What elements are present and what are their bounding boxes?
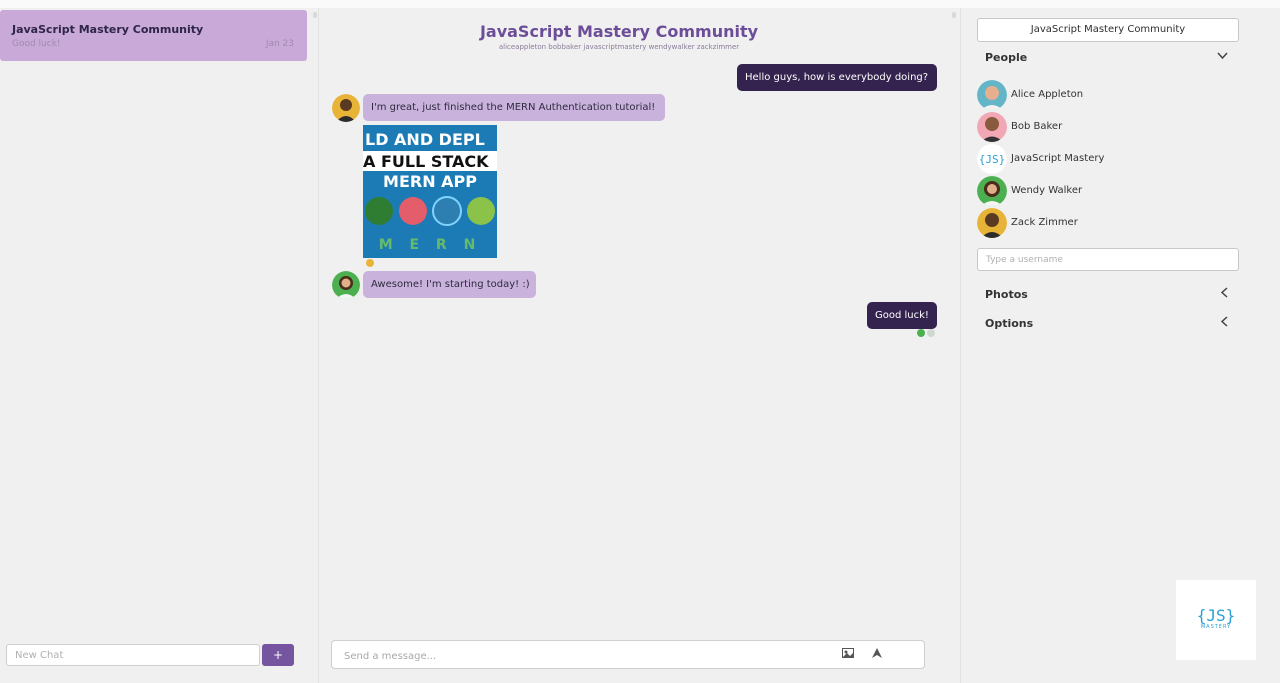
chevron-down-icon[interactable] — [1217, 50, 1228, 63]
new-chat-input[interactable] — [6, 644, 260, 666]
chat-feed-members: aliceappleton bobbaker javascriptmastery… — [498, 43, 740, 51]
settings-chat-title[interactable]: JavaScript Mastery Community — [977, 18, 1239, 42]
read-receipt-avatar — [366, 259, 374, 267]
person-row[interactable]: Wendy Walker — [977, 176, 1237, 206]
chevron-left-icon[interactable] — [1220, 287, 1228, 301]
chat-item-date: Jan 23 — [265, 39, 294, 49]
person-row[interactable]: {JS} JavaScript Mastery — [977, 144, 1237, 174]
image-upload-icon[interactable] — [842, 648, 854, 661]
bob-avatar-icon — [977, 112, 1007, 142]
bob-avatar-icon — [332, 94, 360, 122]
message-image[interactable]: LD AND DEPL A FULL STACK MERN APP M E R … — [363, 125, 497, 258]
photos-section-header[interactable]: Photos — [985, 288, 1028, 301]
options-section-header[interactable]: Options — [985, 317, 1033, 330]
image-caption-line-3: MERN APP — [383, 172, 477, 191]
wendy-avatar-icon — [332, 271, 360, 299]
person-row[interactable]: Zack Zimmer — [977, 208, 1237, 238]
alice-avatar-icon — [977, 80, 1007, 110]
chat-feed-title: JavaScript Mastery Community — [479, 22, 759, 41]
chevron-left-icon[interactable] — [1220, 316, 1228, 330]
image-caption-line-2: A FULL STACK — [363, 152, 489, 171]
svg-text:{JS}: {JS} — [979, 153, 1006, 166]
message-composer — [331, 640, 925, 669]
javascript-mastery-logo-icon: {JS} — [977, 144, 1007, 174]
chat-feed-panel: JavaScript Mastery Community aliceapplet… — [319, 8, 961, 683]
new-chat-button[interactable]: + — [262, 644, 294, 666]
message-input[interactable] — [342, 647, 816, 665]
chat-list-scrollbar[interactable] — [313, 12, 317, 18]
jsmastery-watermark-logo: {JS} MASTERY — [1176, 580, 1256, 660]
chat-list-panel: JavaScript Mastery Community Good luck! … — [0, 8, 319, 683]
read-receipt-avatar — [927, 329, 935, 337]
chat-list-item[interactable]: JavaScript Mastery Community Good luck! … — [0, 10, 307, 61]
person-name: Wendy Walker — [1011, 185, 1083, 196]
message-bubble-mine: Good luck! — [867, 302, 937, 329]
message-bubble-mine: Hello guys, how is everybody doing? — [737, 64, 937, 91]
avatar — [332, 271, 360, 299]
wendy-avatar-icon — [977, 176, 1007, 206]
image-caption-line-1: LD AND DEPL — [365, 130, 485, 149]
message-bubble-theirs: I'm great, just finished the MERN Authen… — [363, 94, 665, 121]
message-bubble-theirs: Awesome! I'm starting today! :) — [363, 271, 536, 298]
person-name: Alice Appleton — [1011, 89, 1084, 100]
person-row[interactable]: Alice Appleton — [977, 80, 1237, 110]
avatar — [332, 94, 360, 122]
zack-avatar-icon — [977, 208, 1007, 238]
logo-mark: {JS} — [1196, 606, 1236, 625]
person-row[interactable]: Bob Baker — [977, 112, 1237, 142]
mern-logos-icon — [365, 196, 495, 226]
read-receipt-avatar — [917, 329, 925, 337]
people-section-header[interactable]: People — [985, 51, 1027, 64]
image-footer-letters: M E R N — [378, 237, 482, 253]
logo-subtext: MASTERY — [1200, 624, 1232, 630]
chat-item-last-message: Good luck! — [12, 39, 61, 49]
person-name: JavaScript Mastery — [1011, 153, 1105, 164]
person-name: Zack Zimmer — [1011, 217, 1078, 228]
person-name: Bob Baker — [1011, 121, 1063, 132]
add-person-input[interactable] — [977, 248, 1239, 271]
send-icon[interactable] — [872, 648, 882, 661]
chat-item-title: JavaScript Mastery Community — [12, 23, 204, 36]
chat-feed-scrollbar[interactable] — [952, 12, 956, 18]
